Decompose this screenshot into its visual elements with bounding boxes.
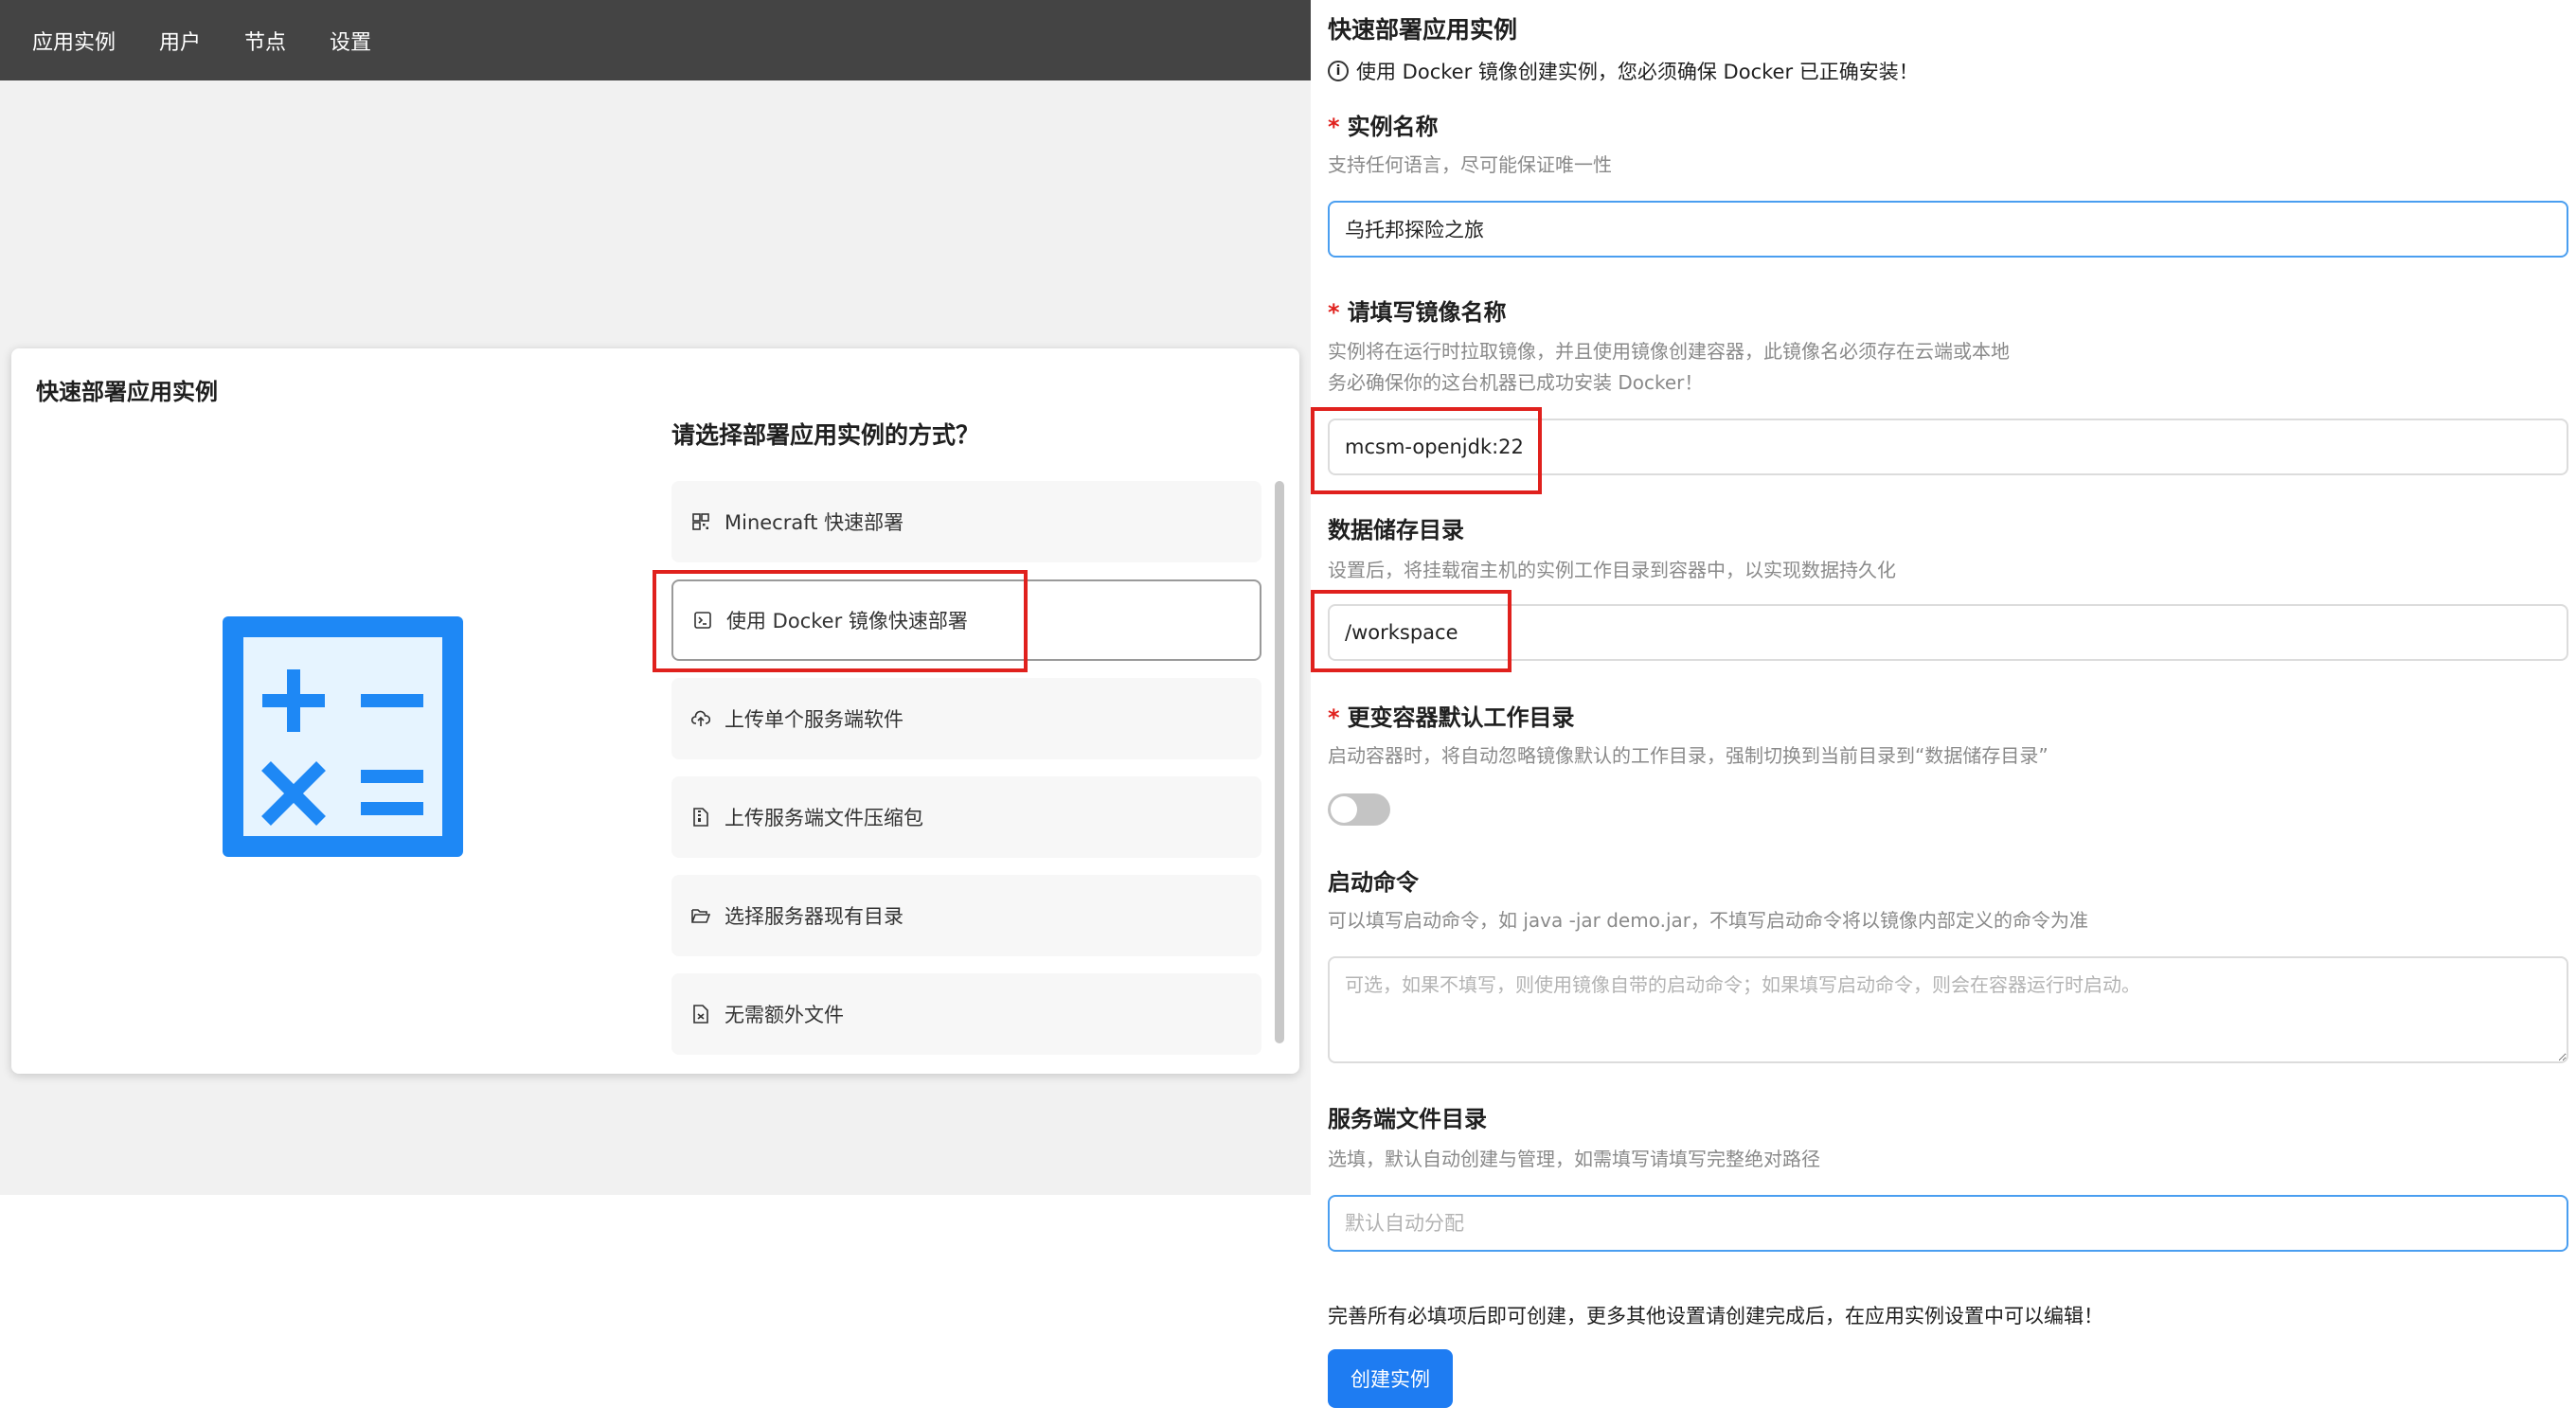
- server-dir-help: 选填，默认自动创建与管理，如需填写请填写完整绝对路径: [1328, 1148, 1820, 1170]
- option-upload-single[interactable]: 上传单个服务端软件: [671, 678, 1261, 759]
- cloud-upload-icon: [690, 708, 711, 729]
- nav-item-nodes[interactable]: 节点: [244, 26, 286, 56]
- toggle-knob: [1331, 796, 1357, 823]
- deploy-method-question: 请选择部署应用实例的方式？: [671, 421, 980, 449]
- option-label: 使用 Docker 镜像快速部署: [726, 610, 968, 632]
- change-workdir-label: * 更变容器默认工作目录: [1328, 704, 1575, 731]
- instance-name-input[interactable]: [1328, 201, 2568, 258]
- option-label: 上传单个服务端软件: [724, 708, 903, 731]
- required-mark: *: [1328, 114, 1340, 140]
- create-instance-button[interactable]: 创建实例: [1328, 1349, 1453, 1408]
- change-workdir-toggle[interactable]: [1328, 793, 1390, 826]
- data-dir-input[interactable]: [1328, 604, 2568, 661]
- option-label: 无需额外文件: [724, 1004, 844, 1026]
- left-panel: 应用实例 用户 节点 设置 快速部署应用实例 请选择部署应用实例的方式？ Min…: [0, 0, 1311, 1195]
- footer-note: 完善所有必填项后即可创建，更多其他设置请创建完成后，在应用实例设置中可以编辑！: [1328, 1305, 2103, 1327]
- option-label: 上传服务端文件压缩包: [724, 807, 923, 829]
- required-mark: *: [1328, 704, 1340, 731]
- data-dir-help: 设置后，将挂载宿主机的实例工作目录到容器中，以实现数据持久化: [1328, 559, 1896, 581]
- instance-name-label: * 实例名称: [1328, 114, 1439, 140]
- server-dir-label: 服务端文件目录: [1328, 1106, 1487, 1132]
- option-minecraft[interactable]: Minecraft 快速部署: [671, 481, 1261, 562]
- option-list-scrollbar[interactable]: [1275, 481, 1284, 1043]
- change-workdir-help: 启动容器时，将自动忽略镜像默认的工作目录，强制切换到当前目录到“数据储存目录”: [1328, 744, 2048, 767]
- option-docker[interactable]: 使用 Docker 镜像快速部署: [671, 579, 1261, 661]
- option-existing-dir[interactable]: 选择服务器现有目录: [671, 875, 1261, 956]
- nav-item-users[interactable]: 用户: [159, 26, 201, 56]
- start-command-textarea[interactable]: [1328, 956, 2568, 1063]
- docker-deploy-form: 快速部署应用实例 i 使用 Docker 镜像创建实例，您必须确保 Docker…: [1311, 0, 2576, 1425]
- start-command-label: 启动命令: [1328, 869, 1419, 896]
- docker-notice: i 使用 Docker 镜像创建实例，您必须确保 Docker 已正确安装！: [1328, 57, 1919, 85]
- file-empty-icon: [690, 1004, 711, 1024]
- option-upload-archive[interactable]: 上传服务端文件压缩包: [671, 776, 1261, 858]
- grid-app-icon: [690, 511, 711, 532]
- option-label: Minecraft 快速部署: [724, 511, 904, 534]
- image-name-input[interactable]: [1328, 419, 2568, 475]
- server-dir-input[interactable]: [1328, 1195, 2568, 1252]
- file-zip-icon: [690, 807, 711, 828]
- quick-deploy-modal: 快速部署应用实例 请选择部署应用实例的方式？ Minecraft 快速部署 使用…: [11, 348, 1299, 1074]
- instance-name-help: 支持任何语言，尽可能保证唯一性: [1328, 153, 1612, 176]
- nav-item-settings[interactable]: 设置: [330, 26, 371, 56]
- data-dir-label: 数据储存目录: [1328, 517, 1464, 543]
- image-name-help-2: 务必确保你的这台机器已成功安装 Docker！: [1328, 371, 1704, 394]
- option-no-files[interactable]: 无需额外文件: [671, 973, 1261, 1055]
- image-name-label: * 请填写镜像名称: [1328, 299, 1507, 326]
- folder-open-icon: [690, 905, 711, 926]
- option-label: 选择服务器现有目录: [724, 905, 903, 928]
- required-mark: *: [1328, 299, 1340, 326]
- image-name-help: 实例将在运行时拉取镜像，并且使用镜像创建容器，此镜像名必须存在云端或本地: [1328, 340, 2010, 363]
- terminal-icon: [692, 610, 713, 631]
- form-title: 快速部署应用实例: [1328, 16, 1518, 44]
- modal-title: 快速部署应用实例: [36, 379, 218, 405]
- start-command-help: 可以填写启动命令，如 java -jar demo.jar，不填写启动命令将以镜…: [1328, 909, 2088, 932]
- deploy-option-list: Minecraft 快速部署 使用 Docker 镜像快速部署 上传单个服务端软…: [671, 481, 1274, 1072]
- notice-text: 使用 Docker 镜像创建实例，您必须确保 Docker 已正确安装！: [1356, 61, 1919, 83]
- top-nav: 应用实例 用户 节点 设置: [0, 0, 1311, 80]
- info-icon: i: [1328, 61, 1349, 81]
- calculator-icon: [223, 616, 463, 857]
- nav-item-instances[interactable]: 应用实例: [32, 26, 116, 56]
